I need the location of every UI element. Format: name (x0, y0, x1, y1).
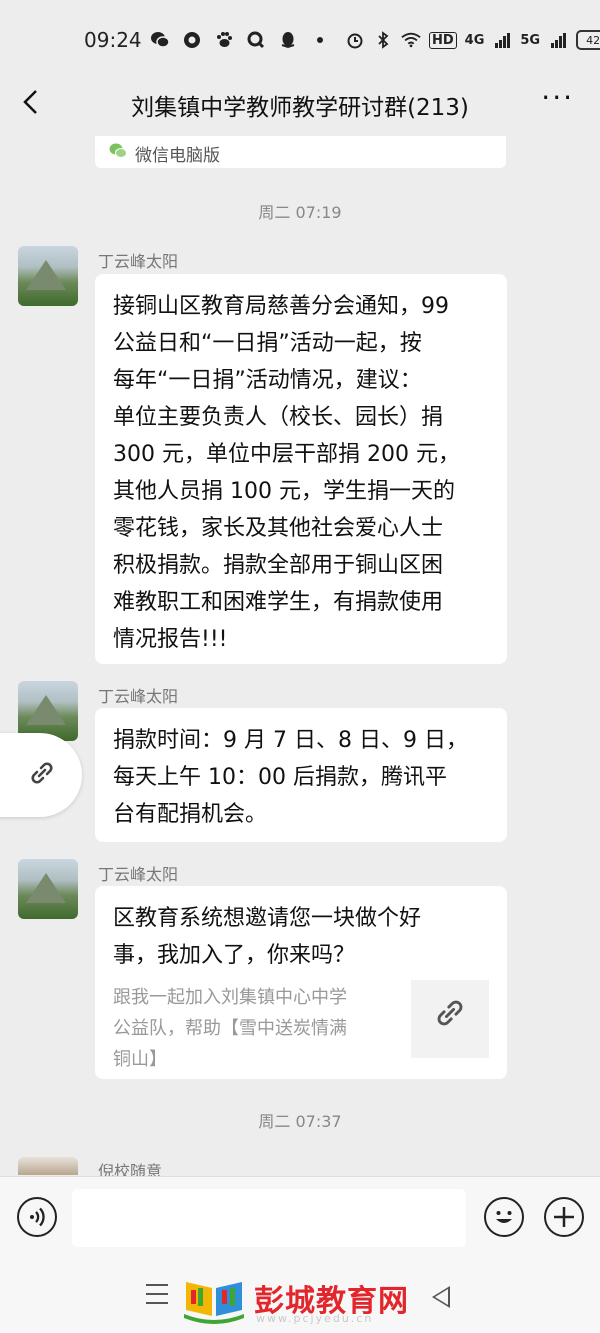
notification-icons (150, 30, 330, 50)
link-icon (431, 994, 469, 1044)
message-line: 情况报告!!! (113, 627, 228, 652)
search-app-icon (246, 30, 266, 50)
message-line: 积极捐款。捐款全部用于铜山区困 (113, 553, 444, 578)
message-line: 每年“一日捐”活动情况，建议： (113, 368, 422, 393)
avatar[interactable] (18, 681, 78, 741)
status-bar: 09:24 HD 4G 5G 42 (0, 0, 600, 80)
qq-icon (278, 30, 298, 50)
system-nav-bar: 彭城教育网 www.pcjyedu.cn (0, 1260, 600, 1333)
hd-label: HD (429, 31, 457, 49)
avatar[interactable] (18, 859, 78, 919)
link-card-message[interactable]: 区教育系统想邀请您一块做个好 事，我加入了，你来吗？ 跟我一起加入刘集镇中心中学… (95, 886, 507, 1079)
message-line: 难教职工和困难学生，有捐款使用 (113, 590, 444, 615)
emoji-button[interactable] (484, 1197, 524, 1237)
plus-icon (554, 1207, 574, 1227)
message-line: 台有配捐机会。 (113, 802, 268, 827)
message-line: 300 元，单位中层干部捐 200 元， (113, 442, 460, 467)
battery-indicator: 42 (576, 30, 600, 50)
chat-header: 刘集镇中学教师教学研讨群(213) ··· (0, 80, 600, 128)
message-bubble[interactable]: 接铜山区教育局慈善分会通知，99 公益日和“一日捐”活动一起，按 每年“一日捐”… (95, 274, 507, 664)
wechat-icon (150, 30, 170, 50)
sender-name: 丁云峰太阳 (98, 865, 179, 884)
pc-notice-label: 微信电脑版 (135, 146, 220, 166)
message-line: 单位主要负责人（校长、园长）捐 (113, 405, 444, 430)
link-thumbnail (411, 980, 489, 1058)
link-title-line: 事，我加入了，你来吗？ (113, 943, 356, 968)
browser-icon (182, 30, 202, 50)
link-desc-line: 跟我一起加入刘集镇中心中学 (113, 987, 347, 1008)
message-line: 零花钱，家长及其他社会爱心人士 (113, 516, 444, 541)
timestamp: 周二 07:37 (258, 1112, 342, 1131)
bluetooth-icon (373, 30, 393, 50)
menu-icon[interactable] (146, 1284, 168, 1311)
message-line: 每天上午 10：00 后捐款，腾讯平 (113, 765, 447, 790)
sender-name: 丁云峰太阳 (98, 687, 179, 706)
message-bubble[interactable]: 捐款时间：9 月 7 日、8 日、9 日， 每天上午 10：00 后捐款，腾讯平… (95, 708, 507, 842)
avatar[interactable] (18, 246, 78, 306)
link-desc-line: 铜山】 (113, 1049, 167, 1070)
avatar-landscape (26, 873, 66, 903)
wechat-icon (109, 143, 127, 159)
link-icon (26, 757, 58, 793)
watermark-logo (182, 1272, 246, 1324)
voice-input-button[interactable] (17, 1197, 57, 1237)
chat-input-bar (0, 1176, 600, 1261)
nav-back-icon[interactable] (432, 1286, 450, 1308)
link-desc-line: 公益队，帮助【雪中送炭情满 (113, 1018, 347, 1039)
avatar[interactable] (18, 1157, 78, 1175)
watermark-url: www.pcjyedu.cn (256, 1312, 374, 1325)
pc-login-notice[interactable]: 微信电脑版 (95, 136, 506, 168)
alarm-icon (345, 30, 365, 50)
chat-title: 刘集镇中学教师教学研讨群(213) (131, 95, 469, 121)
link-title-line: 区教育系统想邀请您一块做个好 (113, 906, 422, 931)
message-line: 公益日和“一日捐”活动一起，按 (113, 331, 422, 356)
sender-name: 丁云峰太阳 (98, 252, 179, 271)
signal-4g-icon (492, 30, 512, 50)
message-line: 捐款时间：9 月 7 日、8 日、9 日， (113, 728, 468, 753)
wifi-icon (401, 30, 421, 50)
timestamp: 周二 07:19 (258, 203, 342, 222)
more-options-icon[interactable]: ··· (541, 84, 574, 112)
voice-icon (30, 1207, 45, 1227)
message-line: 接铜山区教育局慈善分会通知，99 (113, 294, 449, 319)
5g-label: 5G (520, 32, 541, 48)
dot-icon (310, 30, 330, 50)
message-input[interactable] (72, 1189, 466, 1247)
smiley-icon (496, 1211, 512, 1223)
4g-label: 4G (464, 32, 485, 48)
link-description: 跟我一起加入刘集镇中心中学 公益队，帮助【雪中送炭情满 铜山】 (113, 982, 393, 1075)
message-line: 其他人员捐 100 元，学生捐一天的 (113, 479, 455, 504)
system-icons: HD 4G 5G 42 (345, 30, 600, 50)
sender-name: 倪校随意 (98, 1162, 163, 1176)
floating-link-button[interactable] (0, 733, 82, 817)
status-time: 09:24 (84, 28, 142, 52)
more-functions-button[interactable] (544, 1197, 584, 1237)
baidu-icon (214, 30, 234, 50)
signal-5g-icon (548, 30, 568, 50)
avatar-landscape (26, 695, 66, 725)
avatar-landscape (26, 260, 66, 290)
